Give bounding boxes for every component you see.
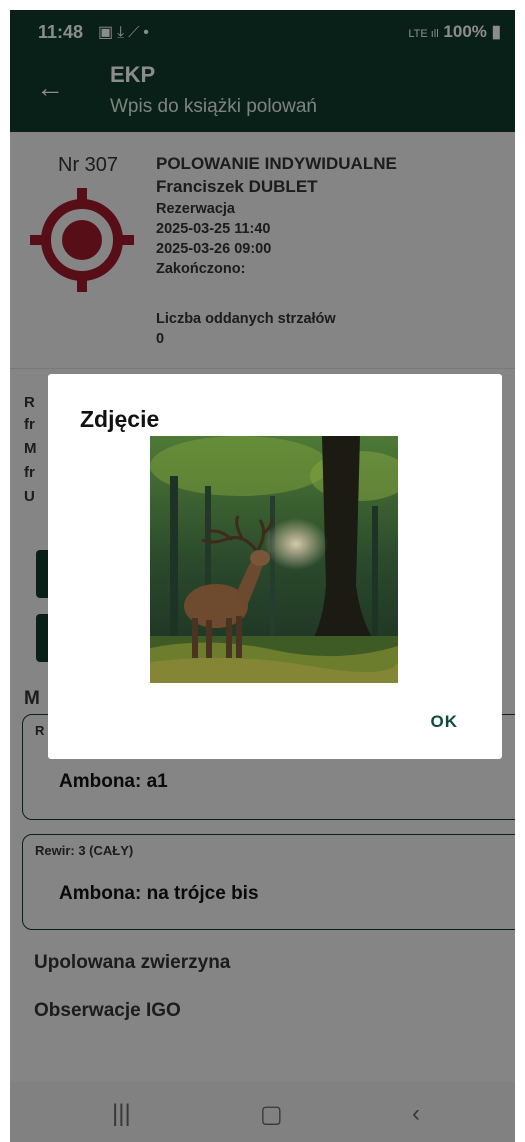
- ok-button[interactable]: OK: [431, 712, 459, 732]
- dialog-title: Zdjęcie: [80, 406, 160, 432]
- deer-photo: [150, 436, 398, 683]
- photo-dialog: Zdjęcie OK: [48, 374, 502, 759]
- phone-screen: 11:48 ▣⤓⟋• LTE ıll 100% ▮ ← EKP Wpis do …: [10, 10, 515, 1142]
